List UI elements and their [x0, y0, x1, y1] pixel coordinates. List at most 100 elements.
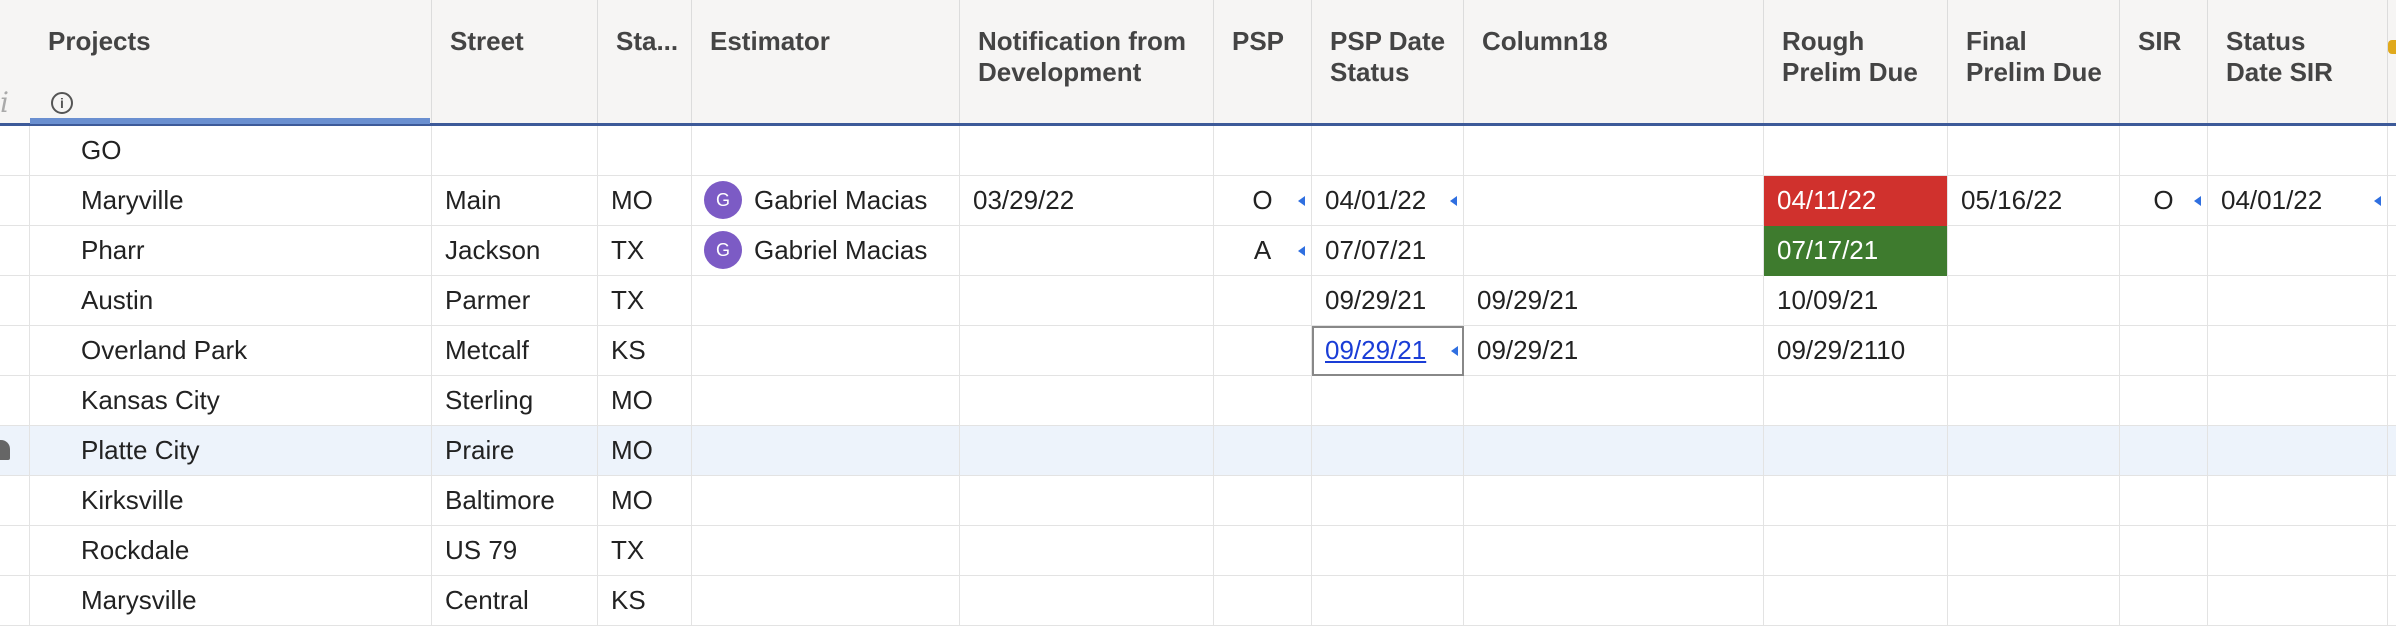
final-prelim-cell[interactable]	[1948, 526, 2120, 576]
final-prelim-cell[interactable]	[1948, 126, 2120, 176]
status-date-sir-cell[interactable]	[2208, 126, 2388, 176]
row-handle[interactable]	[0, 176, 30, 226]
project-cell[interactable]: Rockdale	[30, 526, 432, 576]
column18-cell[interactable]	[1464, 126, 1764, 176]
table-row-selected[interactable]: Platte City Praire MO	[0, 426, 2396, 476]
psp-cell[interactable]	[1214, 576, 1312, 626]
state-cell[interactable]	[598, 126, 692, 176]
psp-cell[interactable]	[1214, 376, 1312, 426]
estimator-cell[interactable]	[692, 576, 960, 626]
table-row[interactable]: Marysville Central KS	[0, 576, 2396, 626]
street-cell[interactable]: Central	[432, 576, 598, 626]
psp-cell[interactable]	[1214, 126, 1312, 176]
sir-cell[interactable]	[2120, 326, 2208, 376]
table-row[interactable]: Maryville Main MO G Gabriel Macias 03/29/…	[0, 176, 2396, 226]
project-cell[interactable]: Pharr	[30, 226, 432, 276]
row-handle[interactable]	[0, 576, 30, 626]
status-date-sir-cell[interactable]	[2208, 276, 2388, 326]
notification-cell[interactable]	[960, 476, 1214, 526]
row-handle[interactable]	[0, 526, 30, 576]
psp-date-cell[interactable]	[1312, 476, 1464, 526]
table-row[interactable]: Pharr Jackson TX G Gabriel Macias A 07/07…	[0, 226, 2396, 276]
column-header-column18[interactable]: Column18	[1464, 0, 1764, 123]
street-cell[interactable]: Parmer	[432, 276, 598, 326]
column-header-street[interactable]: Street	[432, 0, 598, 123]
final-prelim-cell[interactable]: 05/16/22	[1948, 176, 2120, 226]
column-header-estimator[interactable]: Estimator	[692, 0, 960, 123]
row-handle[interactable]	[0, 426, 30, 476]
rough-prelim-cell[interactable]	[1764, 576, 1948, 626]
column18-cell[interactable]	[1464, 576, 1764, 626]
column-header-final-prelim-due[interactable]: Final Prelim Due	[1948, 0, 2120, 123]
column-header-projects[interactable]: Projects	[30, 0, 432, 123]
project-cell[interactable]: Overland Park	[30, 326, 432, 376]
row-handle[interactable]	[0, 276, 30, 326]
bell-icon[interactable]	[0, 440, 10, 460]
project-cell[interactable]: Platte City	[30, 426, 432, 476]
final-prelim-cell[interactable]	[1948, 376, 2120, 426]
sir-cell[interactable]	[2120, 476, 2208, 526]
estimator-cell[interactable]	[692, 376, 960, 426]
column18-cell[interactable]	[1464, 426, 1764, 476]
project-cell[interactable]: Kirksville	[30, 476, 432, 526]
final-prelim-cell[interactable]	[1948, 276, 2120, 326]
sir-cell[interactable]	[2120, 126, 2208, 176]
dropdown-arrow-icon[interactable]	[1298, 246, 1305, 256]
notification-cell[interactable]	[960, 276, 1214, 326]
state-cell[interactable]: TX	[598, 226, 692, 276]
psp-date-link[interactable]: 09/29/21	[1325, 335, 1426, 365]
rough-prelim-cell[interactable]	[1764, 126, 1948, 176]
table-row[interactable]: GO	[0, 126, 2396, 176]
notification-cell[interactable]	[960, 226, 1214, 276]
table-row[interactable]: Austin Parmer TX 09/29/21 09/29/21 10/09…	[0, 276, 2396, 326]
rough-prelim-cell[interactable]	[1764, 526, 1948, 576]
final-prelim-cell[interactable]	[1948, 226, 2120, 276]
state-cell[interactable]: MO	[598, 426, 692, 476]
row-handle[interactable]	[0, 226, 30, 276]
status-date-sir-cell[interactable]	[2208, 426, 2388, 476]
psp-cell[interactable]	[1214, 326, 1312, 376]
psp-cell[interactable]	[1214, 476, 1312, 526]
notification-cell[interactable]	[960, 576, 1214, 626]
state-cell[interactable]: MO	[598, 176, 692, 226]
psp-date-cell-active[interactable]: 09/29/21	[1312, 326, 1464, 376]
status-date-sir-cell[interactable]	[2208, 476, 2388, 526]
street-cell[interactable]: Metcalf	[432, 326, 598, 376]
project-cell[interactable]: Kansas City	[30, 376, 432, 426]
psp-date-cell[interactable]	[1312, 376, 1464, 426]
sir-cell[interactable]	[2120, 526, 2208, 576]
column-header-rough-prelim-due[interactable]: Rough Prelim Due	[1764, 0, 1948, 123]
psp-cell[interactable]	[1214, 526, 1312, 576]
column-header-psp[interactable]: PSP	[1214, 0, 1312, 123]
psp-date-cell[interactable]	[1312, 426, 1464, 476]
psp-cell[interactable]	[1214, 276, 1312, 326]
dropdown-arrow-icon[interactable]	[1451, 346, 1458, 356]
state-cell[interactable]: MO	[598, 376, 692, 426]
rough-prelim-cell[interactable]: 07/17/21	[1764, 226, 1948, 276]
column-header-status-date-sir[interactable]: Status Date SIR	[2208, 0, 2388, 123]
dropdown-arrow-icon[interactable]	[1450, 196, 1457, 206]
state-cell[interactable]: MO	[598, 476, 692, 526]
column-header-notification[interactable]: Notification from Development	[960, 0, 1214, 123]
notification-cell[interactable]	[960, 126, 1214, 176]
rough-prelim-cell[interactable]	[1764, 376, 1948, 426]
state-cell[interactable]: KS	[598, 326, 692, 376]
psp-date-cell[interactable]: 07/07/21	[1312, 226, 1464, 276]
final-prelim-cell[interactable]	[1948, 426, 2120, 476]
sir-cell[interactable]: O	[2120, 176, 2208, 226]
column-header-sir[interactable]: SIR	[2120, 0, 2208, 123]
sir-cell[interactable]	[2120, 376, 2208, 426]
column18-cell[interactable]	[1464, 176, 1764, 226]
sir-cell[interactable]	[2120, 576, 2208, 626]
notification-cell[interactable]	[960, 326, 1214, 376]
column18-cell[interactable]: 09/29/21	[1464, 326, 1764, 376]
notification-cell[interactable]	[960, 426, 1214, 476]
rough-prelim-cell[interactable]	[1764, 426, 1948, 476]
final-prelim-cell[interactable]	[1948, 476, 2120, 526]
estimator-cell[interactable]	[692, 126, 960, 176]
rough-prelim-cell[interactable]: 04/11/22	[1764, 176, 1948, 226]
state-cell[interactable]: TX	[598, 526, 692, 576]
status-date-sir-cell[interactable]	[2208, 326, 2388, 376]
dropdown-arrow-icon[interactable]	[2374, 196, 2381, 206]
status-date-sir-cell[interactable]: 04/01/22	[2208, 176, 2388, 226]
